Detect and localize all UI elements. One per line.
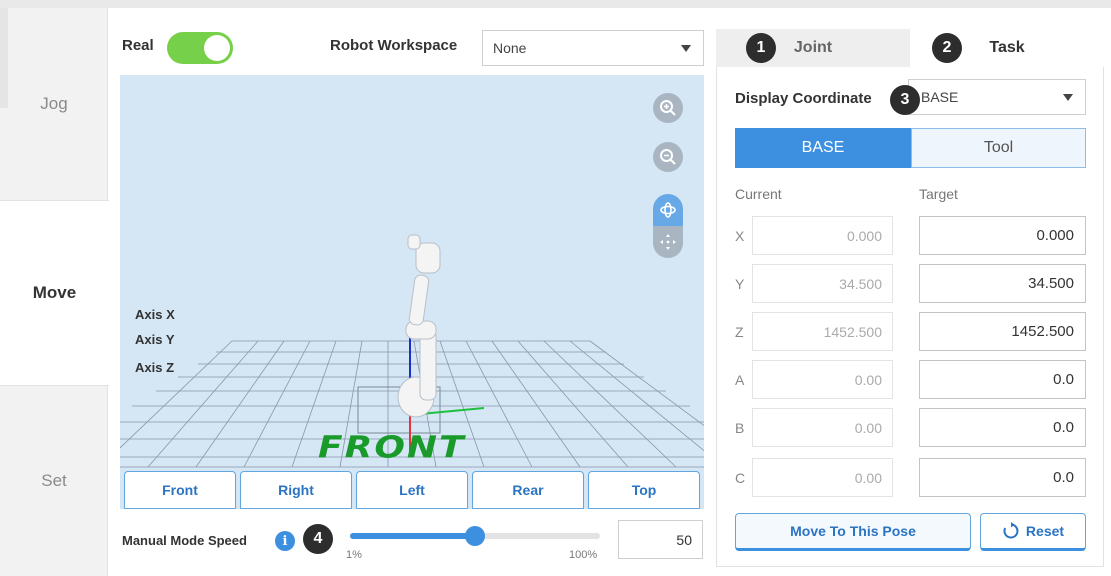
speed-max-label: 100% [569, 549, 598, 561]
nav-item-jog[interactable]: Jog [0, 8, 108, 200]
view-front-button[interactable]: Front [124, 471, 236, 509]
real-mode-toggle[interactable] [167, 32, 233, 64]
axis-x-label: Axis X [135, 307, 175, 322]
current-c-field: 0.00 [752, 458, 893, 497]
segment-tool[interactable]: Tool [911, 128, 1086, 168]
view-right-button[interactable]: Right [240, 471, 352, 509]
zoom-in-icon[interactable] [653, 93, 683, 123]
segment-base[interactable]: BASE [735, 128, 911, 168]
chevron-down-icon [681, 45, 691, 52]
target-a-input[interactable]: 0.0 [919, 360, 1086, 399]
floor-front-text: FRONT [318, 430, 466, 465]
target-column-header: Target [919, 186, 958, 202]
row-label-z: Z [735, 324, 744, 340]
row-label-y: Y [735, 276, 745, 292]
view-top-button[interactable]: Top [588, 471, 700, 509]
chevron-down-icon [1063, 94, 1073, 101]
target-b-input[interactable]: 0.0 [919, 408, 1086, 447]
pan-icon[interactable] [653, 226, 683, 258]
target-y-input[interactable]: 34.500 [919, 264, 1086, 303]
callout-badge-3: 3 [890, 85, 920, 115]
speed-min-label: 1% [346, 549, 362, 561]
row-label-a: A [735, 372, 745, 388]
display-coordinate-value: BASE [921, 89, 959, 105]
current-a-field: 0.00 [752, 360, 893, 399]
row-label-c: C [735, 470, 746, 486]
current-b-field: 0.00 [752, 408, 893, 447]
zoom-out-icon[interactable] [653, 142, 683, 172]
callout-badge-4: 4 [303, 524, 333, 554]
robot-workspace-value: None [493, 40, 527, 56]
callout-badge-1: 1 [746, 33, 776, 63]
nav-item-set[interactable]: Set [0, 386, 108, 576]
target-z-input[interactable]: 1452.500 [919, 312, 1086, 351]
speed-slider[interactable] [350, 526, 600, 546]
speed-slider-handle[interactable] [465, 526, 485, 546]
axis-y-label: Axis Y [135, 332, 175, 347]
target-c-input[interactable]: 0.0 [919, 458, 1086, 497]
speed-value-input[interactable]: 50 [618, 520, 703, 559]
display-coordinate-select[interactable]: BASE [908, 79, 1086, 115]
move-to-pose-button[interactable]: Move To This Pose [735, 513, 971, 551]
reset-label: Reset [1025, 523, 1065, 539]
info-icon[interactable]: i [275, 531, 295, 551]
current-x-field: 0.000 [752, 216, 893, 255]
robot-3d-viewport[interactable]: Axis X Axis Y Axis Z FRONT [120, 75, 704, 509]
row-label-x: X [735, 228, 745, 244]
left-nav: Jog Move Set [0, 8, 109, 576]
rotate-icon[interactable] [653, 194, 683, 226]
current-z-field: 1452.500 [752, 312, 893, 351]
robot-workspace-label: Robot Workspace [330, 37, 458, 54]
view-rear-button[interactable]: Rear [472, 471, 584, 509]
reset-icon [1003, 522, 1019, 539]
row-label-b: B [735, 420, 745, 436]
display-coordinate-label: Display Coordinate [735, 90, 872, 107]
current-column-header: Current [735, 186, 782, 202]
toggle-knob [204, 35, 230, 61]
axis-z-label: Axis Z [135, 360, 175, 375]
callout-badge-2: 2 [932, 33, 962, 63]
target-x-input[interactable]: 0.000 [919, 216, 1086, 255]
robot-workspace-select[interactable]: None [482, 30, 704, 66]
manual-speed-label: Manual Mode Speed [122, 533, 247, 548]
speed-slider-fill [350, 533, 475, 539]
reset-button[interactable]: Reset [980, 513, 1086, 551]
real-mode-label: Real [122, 37, 154, 54]
robot-arm [397, 234, 441, 418]
view-left-button[interactable]: Left [356, 471, 468, 509]
current-y-field: 34.500 [752, 264, 893, 303]
nav-item-move[interactable]: Move [0, 200, 109, 386]
